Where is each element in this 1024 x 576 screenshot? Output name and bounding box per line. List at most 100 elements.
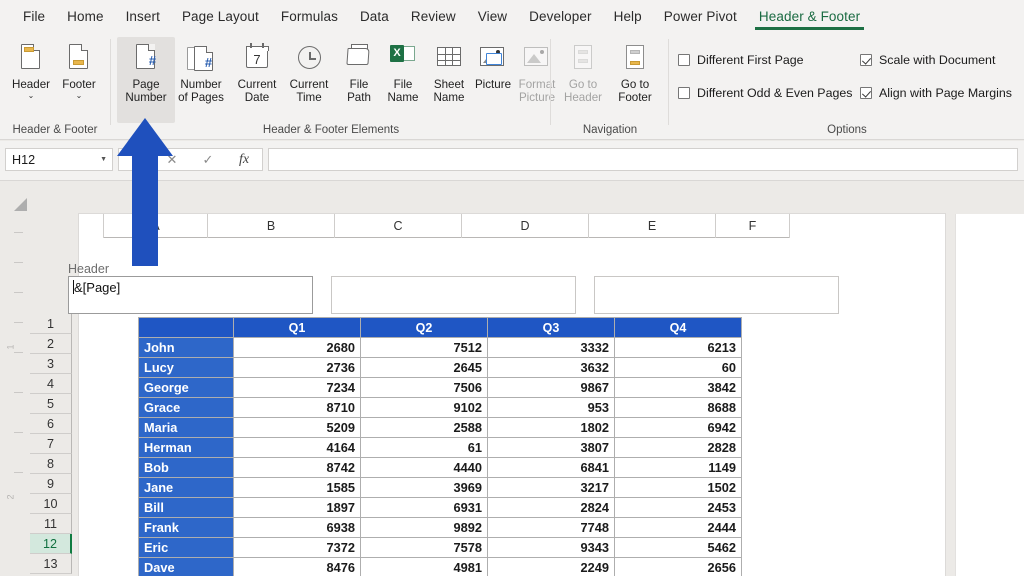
cell-name[interactable]: Bob [138,457,234,478]
cell-q3[interactable]: 7748 [487,517,615,538]
cell-name[interactable]: Grace [138,397,234,418]
cell-q2[interactable]: 7578 [360,537,488,558]
cell-q4[interactable]: 2444 [614,517,742,538]
cell-q1[interactable]: 2736 [233,357,361,378]
table-row[interactable]: Jane 1585 3969 3217 1502 [138,477,742,498]
chevron-down-icon[interactable]: ⌄ [28,92,35,100]
cell-q2[interactable]: 4440 [360,457,488,478]
cell-name[interactable]: George [138,377,234,398]
cell-q2[interactable]: 4981 [360,557,488,576]
name-box[interactable]: H12 ▼ [5,148,113,171]
cell-q2[interactable]: 2645 [360,357,488,378]
tab-view[interactable]: View [467,5,518,27]
cell-q2[interactable]: 9102 [360,397,488,418]
table-row[interactable]: Grace 8710 9102 953 8688 [138,397,742,418]
tab-data[interactable]: Data [349,5,400,27]
align-with-page-margins-checkbox[interactable]: Align with Page Margins [860,86,1012,100]
tab-help[interactable]: Help [603,5,653,27]
cell-q3[interactable]: 3632 [487,357,615,378]
cell-q4[interactable]: 60 [614,357,742,378]
row-header-10[interactable]: 10 [30,494,72,514]
tab-page-layout[interactable]: Page Layout [171,5,270,27]
cell-q4[interactable]: 5462 [614,537,742,558]
cell-q1[interactable]: 6938 [233,517,361,538]
cell-q2[interactable]: 7506 [360,377,488,398]
cell-q4[interactable]: 6942 [614,417,742,438]
table-row[interactable]: John 2680 7512 3332 6213 [138,337,742,358]
cell-q4[interactable]: 6213 [614,337,742,358]
tab-home[interactable]: Home [56,5,114,27]
cell-q2[interactable]: 6931 [360,497,488,518]
cell-q3[interactable]: 953 [487,397,615,418]
row-header-2[interactable]: 2 [30,334,72,354]
tab-power-pivot[interactable]: Power Pivot [653,5,748,27]
column-header-f[interactable]: F [716,214,790,238]
cell-q4[interactable]: 2656 [614,557,742,576]
go-to-footer-button[interactable]: Go to Footer [608,37,662,123]
cell-q1[interactable]: 8742 [233,457,361,478]
cell-q4[interactable]: 1502 [614,477,742,498]
number-of-pages-button[interactable]: # Number of Pages [172,37,230,123]
table-row[interactable]: Dave 8476 4981 2249 2656 [138,557,742,576]
cell-q3[interactable]: 2824 [487,497,615,518]
cell-q2[interactable]: 7512 [360,337,488,358]
cell-q2[interactable]: 3969 [360,477,488,498]
current-time-button[interactable]: Current Time [280,37,338,123]
row-header-12[interactable]: 12 [30,534,72,554]
cell-q3[interactable]: 3807 [487,437,615,458]
scale-with-document-checkbox[interactable]: Scale with Document [860,53,995,67]
tab-review[interactable]: Review [400,5,467,27]
row-header-8[interactable]: 8 [30,454,72,474]
chevron-down-icon[interactable]: ⌄ [76,92,83,100]
tab-insert[interactable]: Insert [115,5,171,27]
row-header-3[interactable]: 3 [30,354,72,374]
cell-q4[interactable]: 2828 [614,437,742,458]
row-header-11[interactable]: 11 [30,514,72,534]
cell-name[interactable]: Bill [138,497,234,518]
cell-name[interactable]: Eric [138,537,234,558]
cell-q1[interactable]: 8476 [233,557,361,576]
insert-function-icon[interactable]: fx [226,152,262,168]
table-row[interactable]: Maria 5209 2588 1802 6942 [138,417,742,438]
cell-name[interactable]: Maria [138,417,234,438]
column-header-b[interactable]: B [208,214,335,238]
cell-name[interactable]: John [138,337,234,358]
row-header-9[interactable]: 9 [30,474,72,494]
cell-q4[interactable]: 3842 [614,377,742,398]
table-row[interactable]: Bob 8742 4440 6841 1149 [138,457,742,478]
tab-formulas[interactable]: Formulas [270,5,349,27]
checkbox-box[interactable] [860,54,872,66]
current-date-button[interactable]: 7 Current Date [228,37,286,123]
header-left-box[interactable]: &[Page] [68,276,313,314]
table-row[interactable]: Bill 1897 6931 2824 2453 [138,497,742,518]
checkbox-box[interactable] [678,54,690,66]
tab-developer[interactable]: Developer [518,5,602,27]
table-row[interactable]: George 7234 7506 9867 3842 [138,377,742,398]
cell-q4[interactable]: 1149 [614,457,742,478]
row-header-13[interactable]: 13 [30,554,72,574]
cell-name[interactable]: Lucy [138,357,234,378]
header-center-box[interactable] [331,276,576,314]
row-header-7[interactable]: 7 [30,434,72,454]
cell-q3[interactable]: 9343 [487,537,615,558]
cell-name[interactable]: Herman [138,437,234,458]
cell-q1[interactable]: 2680 [233,337,361,358]
cell-q3[interactable]: 1802 [487,417,615,438]
chevron-down-icon[interactable]: ▼ [100,156,107,163]
row-header-1[interactable]: 1 [30,314,72,334]
cell-name[interactable]: Frank [138,517,234,538]
confirm-formula-icon[interactable]: ✓ [190,152,226,168]
formula-input[interactable] [268,148,1018,171]
row-header-5[interactable]: 5 [30,394,72,414]
cell-q2[interactable]: 2588 [360,417,488,438]
cell-q3[interactable]: 3332 [487,337,615,358]
cell-name[interactable]: Jane [138,477,234,498]
cell-q2[interactable]: 61 [360,437,488,458]
cell-q4[interactable]: 2453 [614,497,742,518]
table-row[interactable]: Eric 7372 7578 9343 5462 [138,537,742,558]
cell-q3[interactable]: 2249 [487,557,615,576]
header-button[interactable]: Header ⌄ [4,37,58,123]
tab-file[interactable]: File [12,5,56,27]
header-right-box[interactable] [594,276,839,314]
tab-header-and-footer[interactable]: Header & Footer [748,5,871,30]
